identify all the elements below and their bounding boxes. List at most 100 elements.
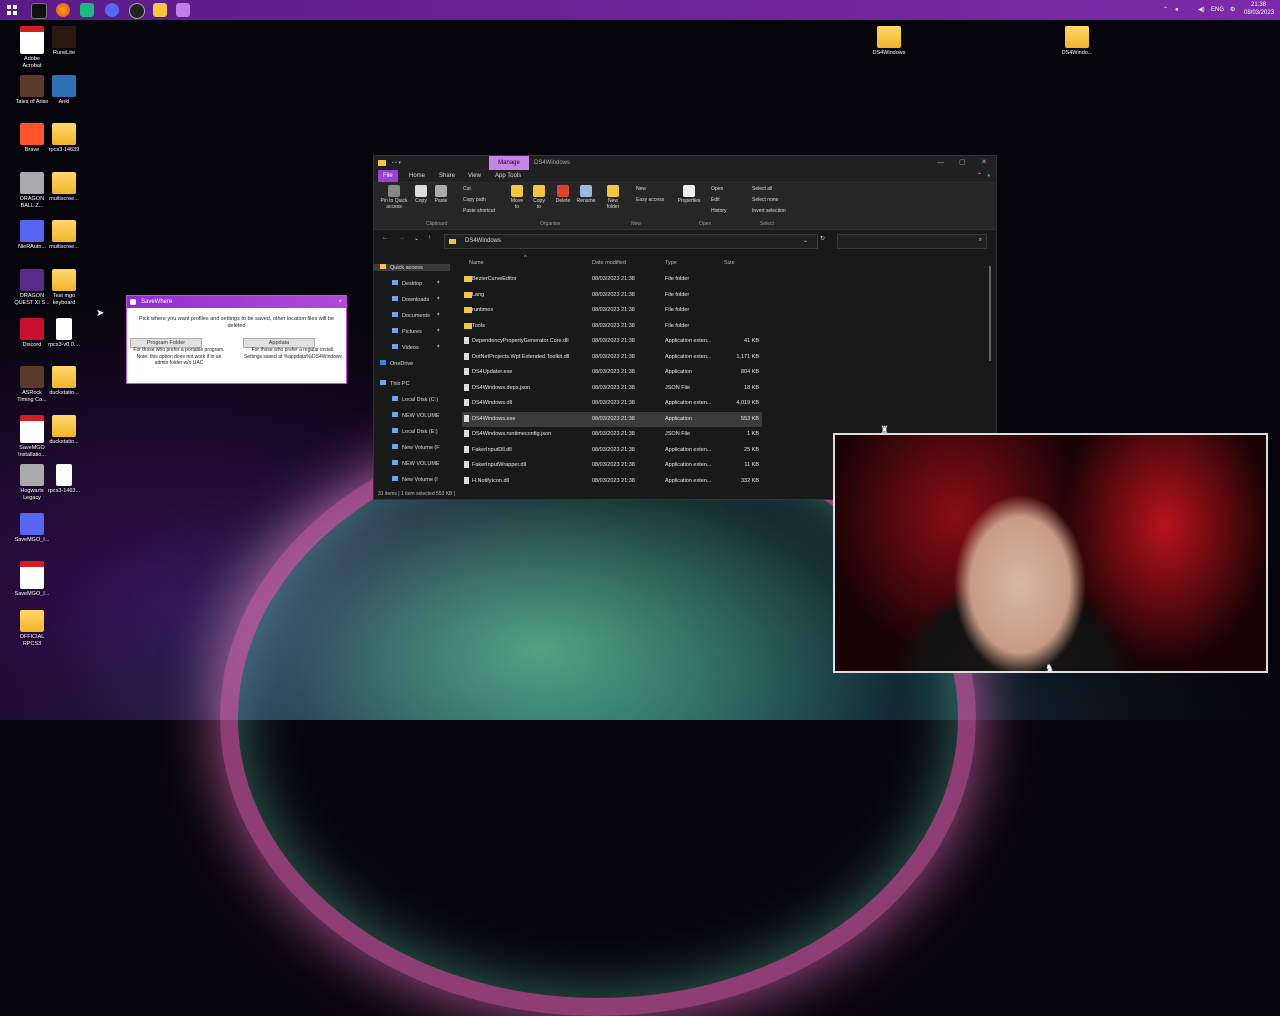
paste-shortcut-button[interactable]: Paste shortcut xyxy=(463,208,495,214)
file-row[interactable]: DependencyPropertyGenerator.Core.dll 08/0… xyxy=(462,334,762,350)
address-dropdown-icon[interactable]: ⌄ xyxy=(803,237,808,244)
desktop-icon-file[interactable]: rpcs3-v0.0.... xyxy=(40,318,88,349)
nav-item[interactable]: NEW VOLUME xyxy=(374,460,440,467)
file-row[interactable]: H.NotifyIcon.dll 08/03/2023 21:38 Applicat… xyxy=(462,474,762,490)
nav-item[interactable]: Desktop ✦ xyxy=(374,280,441,287)
tab-view[interactable]: View xyxy=(463,170,486,182)
easy-access-button[interactable]: Easy access xyxy=(636,197,664,203)
terminal-icon[interactable] xyxy=(31,3,47,19)
new-folder-button[interactable]: New folder xyxy=(602,183,624,210)
help-icon[interactable]: ● xyxy=(982,170,996,182)
desktop-icon-app[interactable]: RuneLite xyxy=(40,26,88,57)
manage-tab[interactable]: Manage xyxy=(489,156,529,170)
column-type[interactable]: Type xyxy=(665,260,677,266)
desktop-icon-folder[interactable]: rpcs3-14639 xyxy=(40,123,88,154)
windows-start-icon[interactable] xyxy=(6,3,20,17)
vertical-scrollbar[interactable] xyxy=(989,266,991,361)
rename-button[interactable]: Rename xyxy=(574,183,598,204)
column-size[interactable]: Size xyxy=(724,260,735,266)
open-button[interactable]: Open xyxy=(711,186,723,192)
nav-item[interactable]: OneDrive xyxy=(374,360,413,367)
nav-item[interactable]: Quick access xyxy=(374,264,450,271)
tab-share[interactable]: Share xyxy=(434,170,460,182)
desktop-icon-folder[interactable]: OFFICIAL RPCS3 xyxy=(8,610,56,648)
volume-icon[interactable]: ◀) xyxy=(1198,0,1205,20)
nav-item[interactable]: This PC xyxy=(374,380,410,387)
properties-button[interactable]: Properties xyxy=(674,183,704,204)
desktop-icon-app[interactable]: Anki xyxy=(40,75,88,106)
desktop-icon-folder[interactable]: multiscree... xyxy=(40,172,88,203)
tray-chevron-icon[interactable]: ⌃ xyxy=(1163,0,1168,20)
nav-item[interactable]: New Volume (I xyxy=(374,476,438,483)
column-name[interactable]: Name xyxy=(469,260,484,266)
nav-item[interactable]: NEW VOLUME xyxy=(374,412,440,419)
minimize-button[interactable]: — xyxy=(937,156,944,170)
desktop-icon-pdf[interactable]: SaveMGO_I... xyxy=(8,561,56,598)
file-row[interactable]: runtimes 08/03/2023 21:38 File folder xyxy=(462,303,762,319)
file-row[interactable]: BezierCurveEditor 08/03/2023 21:38 File fo… xyxy=(462,272,762,288)
nav-item[interactable]: Local Disk (C:) xyxy=(374,396,438,403)
cut-button[interactable]: Cut xyxy=(463,186,471,192)
move-to-button[interactable]: Move to xyxy=(508,183,526,210)
recent-dropdown-icon[interactable]: ⌄ xyxy=(414,235,419,242)
desktop-icon-folder[interactable]: duckstatio... xyxy=(40,415,88,446)
close-icon[interactable]: × xyxy=(338,296,342,308)
mic-icon[interactable]: ● xyxy=(1175,0,1179,20)
desktop-icon-folder[interactable]: Test mgo keyboard xyxy=(40,269,88,307)
tab-file[interactable]: File xyxy=(378,170,398,182)
file-row[interactable]: DotNetProjects.Wpf.Extended.Toolkit.dll 0… xyxy=(462,350,762,366)
file-row[interactable]: DS4Updater.exe 08/03/2023 21:38 Applicatio… xyxy=(462,365,762,381)
desktop-icon-folder[interactable]: DS4Windo... xyxy=(1053,26,1101,57)
desktop-icon-app[interactable]: SaveMGO_I... xyxy=(8,513,56,544)
history-button[interactable]: History xyxy=(711,208,727,214)
explorer-titlebar[interactable]: ▪ ▪ ▾ Manage DS4Windows — ▢ ✕ xyxy=(374,156,996,170)
clock-date[interactable]: 08/03/2023 xyxy=(1244,10,1274,30)
nav-item[interactable]: Videos ✦ xyxy=(374,344,441,351)
tab-home[interactable]: Home xyxy=(404,170,430,182)
new-item-button[interactable]: New xyxy=(636,186,646,192)
quick-access-toolbar-icon[interactable]: ▪ ▪ ▾ xyxy=(392,160,422,166)
discord-taskbar-icon[interactable] xyxy=(105,3,119,17)
column-date[interactable]: Date modified xyxy=(592,260,626,266)
nav-item[interactable]: Documents ✦ xyxy=(374,312,441,319)
file-row[interactable]: FakerInputDll.dll 08/03/2023 21:38 Applica… xyxy=(462,443,762,459)
address-bar[interactable]: DS4Windows ⌄ xyxy=(444,234,818,249)
settings-gear-icon[interactable]: ⚙ xyxy=(1230,0,1235,20)
maximize-button[interactable]: ▢ xyxy=(959,156,966,170)
search-input[interactable]: ⌕ xyxy=(837,234,987,249)
copy-button[interactable]: Copy xyxy=(412,183,430,204)
file-row[interactable]: Lang 08/03/2023 21:38 File folder xyxy=(462,288,762,304)
firefox-icon[interactable] xyxy=(56,3,70,17)
copy-to-button[interactable]: Copy to xyxy=(530,183,548,210)
forward-arrow-icon[interactable]: → xyxy=(399,235,405,241)
copy-path-button[interactable]: Copy path xyxy=(463,197,486,203)
select-all-button[interactable]: Select all xyxy=(752,186,772,192)
refresh-icon[interactable]: ↻ xyxy=(820,235,825,242)
obs-icon[interactable] xyxy=(129,3,145,19)
file-row[interactable]: DS4Windows.dll 08/03/2023 21:38 Applicatio… xyxy=(462,396,762,412)
file-row[interactable]: DS4Windows.deps.json 08/03/2023 21:38 JSON… xyxy=(462,381,762,397)
active-app-taskbar-icon[interactable] xyxy=(176,3,190,17)
language-indicator[interactable]: ENG xyxy=(1211,0,1224,20)
delete-button[interactable]: Delete xyxy=(552,183,574,204)
close-window-button[interactable]: ✕ xyxy=(981,156,987,170)
dialog-titlebar[interactable]: SaveWhere × xyxy=(127,296,346,308)
file-row[interactable]: DS4Windows.exe 08/03/2023 21:38 Applicatio… xyxy=(462,411,762,427)
desktop-icon-folder[interactable]: DS4Windows xyxy=(865,26,913,57)
tab-app-tools[interactable]: App Tools xyxy=(490,170,526,182)
desktop-icon-folder[interactable]: multiscree... xyxy=(40,220,88,251)
file-explorer-taskbar-icon[interactable] xyxy=(153,3,167,17)
paste-button[interactable]: Paste xyxy=(432,183,450,204)
pin-quick-access-button[interactable]: Pin to Quick access xyxy=(376,183,412,210)
nav-item[interactable]: Pictures ✦ xyxy=(374,328,441,335)
file-row[interactable]: DS4Windows.runtimeconfig.json 08/03/2023 … xyxy=(462,427,762,443)
desktop-icon-file[interactable]: rpcs3-1463... xyxy=(40,464,88,495)
nav-item[interactable]: Downloads ✦ xyxy=(374,296,441,303)
file-row[interactable]: Tools 08/03/2023 21:38 File folder xyxy=(462,319,762,335)
edit-button[interactable]: Edit xyxy=(711,197,720,203)
up-arrow-icon[interactable]: ↑ xyxy=(428,235,431,241)
file-row[interactable]: FakerInputWrapper.dll 08/03/2023 21:38 App… xyxy=(462,458,762,474)
desktop-icon-folder[interactable]: duckstatio... xyxy=(40,366,88,397)
select-none-button[interactable]: Select none xyxy=(752,197,778,203)
nav-item[interactable]: Local Disk (E:) xyxy=(374,428,438,435)
